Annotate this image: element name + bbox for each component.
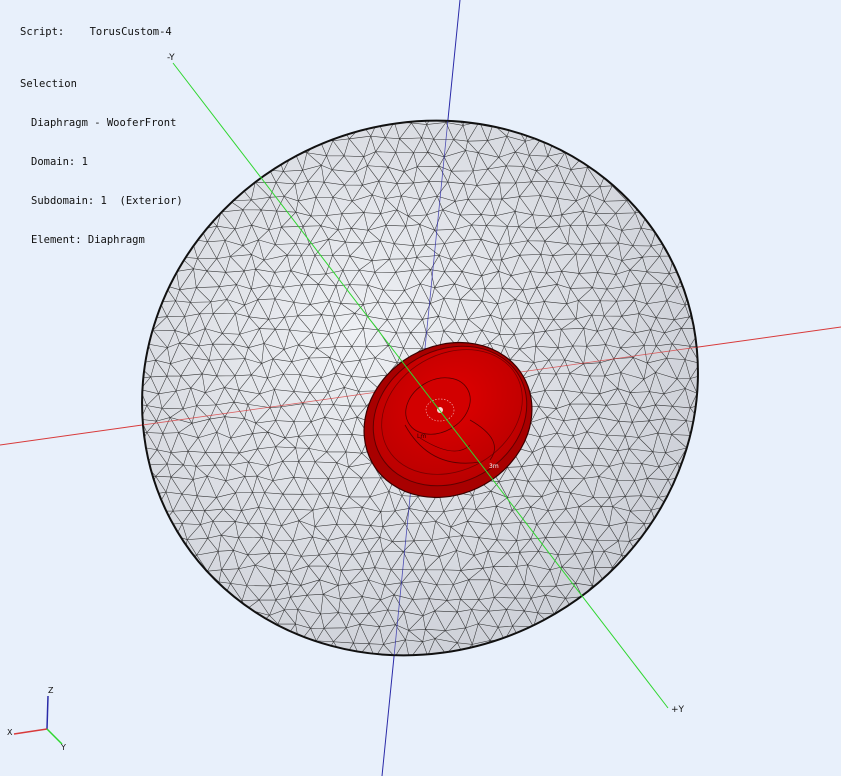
triad-y-label: Y xyxy=(61,743,66,752)
selection-title: Selection xyxy=(20,78,77,90)
selection-info: Selection Diaphragm - WooferFront Domain… xyxy=(20,52,183,273)
selection-domain: Domain: 1 xyxy=(31,156,88,168)
pos-y-axis-label: +Y xyxy=(671,705,685,715)
axis-triad xyxy=(13,695,63,745)
svg-text:3m: 3m xyxy=(489,463,499,470)
script-value: TorusCustom-4 xyxy=(89,26,172,38)
viewport-3d[interactable]: Lm 3m Script: TorusCustom-4 Selection Di… xyxy=(0,0,841,776)
triad-z-label: Z xyxy=(48,686,54,695)
selection-subdomain: Subdomain: 1 (Exterior) xyxy=(31,195,183,207)
selection-element-type: Element: Diaphragm xyxy=(31,234,145,246)
svg-text:Lm: Lm xyxy=(417,433,426,440)
triad-x-label: X xyxy=(7,728,13,737)
script-info: Script: TorusCustom-4 xyxy=(20,26,172,39)
script-label: Script: xyxy=(20,26,65,38)
neg-y-axis-label: -Y xyxy=(167,53,175,63)
selection-element-name: Diaphragm - WooferFront xyxy=(31,117,177,129)
